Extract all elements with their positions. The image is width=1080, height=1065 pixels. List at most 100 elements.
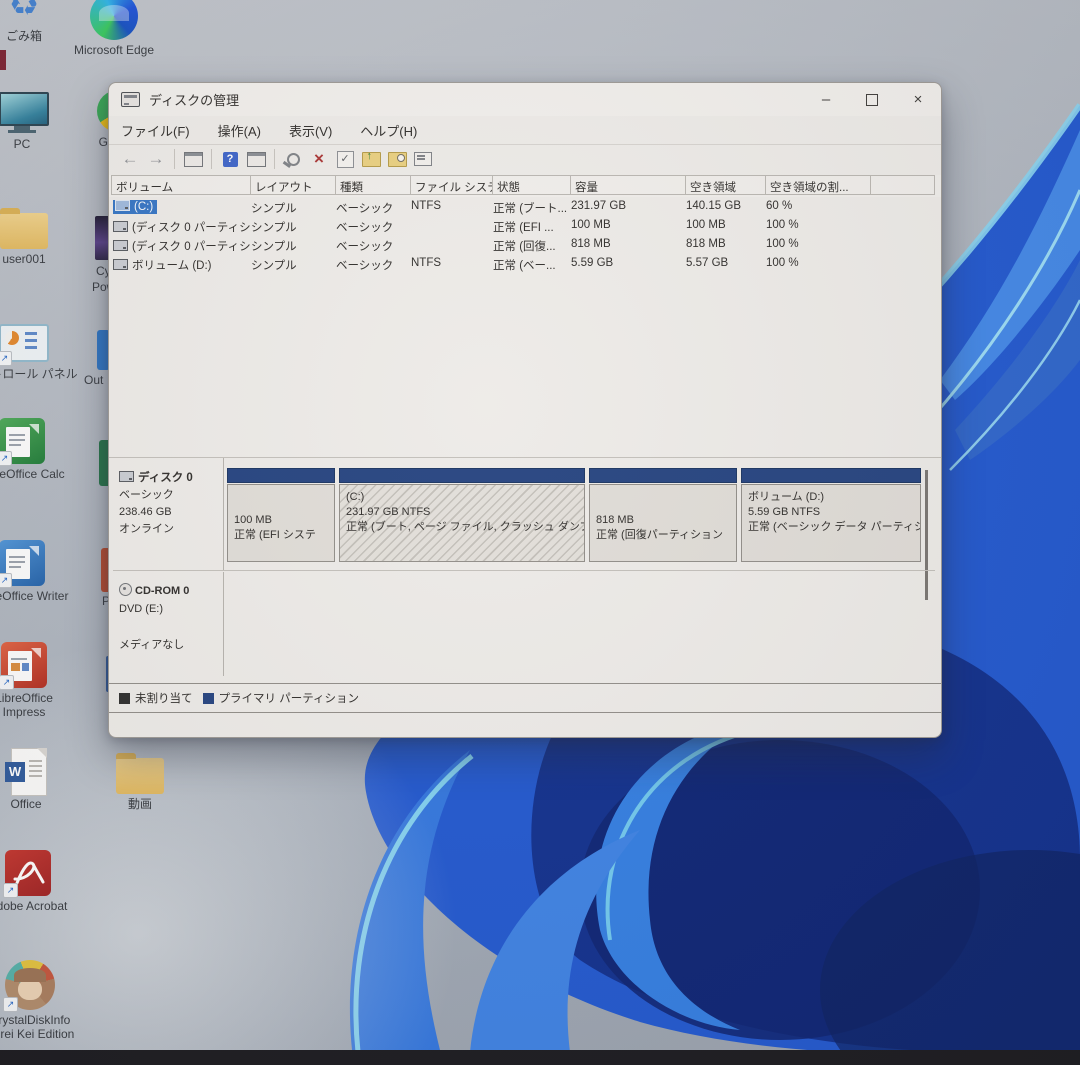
pc-icon	[0, 88, 45, 134]
help-icon: ?	[223, 152, 238, 167]
menu-help[interactable]: ヘルプ(H)	[360, 121, 417, 140]
desktop-icon-libreoffice-calc[interactable]: ↗ LibreOffice Calc	[0, 418, 54, 481]
cell-filesystem: NTFS	[411, 257, 493, 269]
desktop-icon-adobe-acrobat[interactable]: ↗ Adobe Acrobat	[0, 850, 60, 913]
close-button[interactable]: ×	[895, 83, 941, 116]
desktop-icon-libreoffice-impress[interactable]: ↗ LibreOffice Impress	[0, 642, 56, 719]
crystaldiskinfo-icon: ↗	[5, 960, 55, 1010]
properties-button[interactable]	[411, 148, 435, 170]
properties-check-button[interactable]: ✓	[333, 148, 357, 170]
column-header-capacity[interactable]: 容量	[571, 175, 686, 195]
partition-color-bar	[339, 468, 585, 483]
icon-label-line1: LibreOffice	[0, 691, 53, 705]
partition-status: 正常 (EFI システ	[234, 529, 316, 541]
partition-color-bar	[227, 468, 335, 483]
folder-search-button[interactable]	[385, 148, 409, 170]
column-header-volume[interactable]: ボリューム	[111, 175, 251, 195]
cell-type: ベーシック	[336, 219, 411, 235]
partition-c[interactable]: (C:) 231.97 GB NTFS 正常 (ブート, ページ ファイル, ク…	[339, 468, 585, 564]
folder-icon	[116, 758, 164, 794]
volume-row-efi[interactable]: (ディスク 0 パーティシ... シンプル ベーシック 正常 (EFI ... …	[111, 217, 935, 236]
column-header-free[interactable]: 空き領域	[686, 175, 766, 195]
inspect-button[interactable]	[281, 148, 305, 170]
cell-type: ベーシック	[336, 200, 411, 216]
partition-size: 100 MB	[234, 514, 272, 526]
partition-recovery[interactable]: 818 MB 正常 (回復パーティション	[589, 468, 737, 564]
disk-row-separator	[113, 570, 935, 571]
desktop-icon-videos-folder[interactable]: 動画	[108, 750, 172, 811]
control-panel-icon: ↗	[0, 318, 45, 364]
selected-volume-highlight: (C:)	[113, 200, 157, 214]
cell-free: 140.15 GB	[686, 200, 766, 212]
column-header-free-pct[interactable]: 空き領域の割...	[766, 175, 871, 195]
volume-icon	[113, 259, 128, 270]
back-button[interactable]: ←	[118, 148, 142, 170]
volume-icon	[113, 240, 128, 251]
desktop-icon-pc[interactable]: PC	[0, 88, 54, 151]
folder-icon	[0, 213, 48, 249]
detail-view-button[interactable]	[244, 148, 268, 170]
volume-row-d[interactable]: ボリューム (D:) シンプル ベーシック NTFS 正常 (ベー... 5.5…	[111, 255, 935, 274]
menu-file[interactable]: ファイル(F)	[121, 121, 190, 140]
partition-efi[interactable]: 100 MB 正常 (EFI システ	[227, 468, 335, 564]
maximize-button[interactable]	[849, 83, 895, 116]
partition-status: 正常 (ベーシック データ パーティシ:	[748, 521, 921, 533]
desktop-icon-control-panel[interactable]: ↗ コントロール パネル	[0, 318, 54, 381]
shortcut-arrow: ↗	[0, 351, 12, 366]
menu-action[interactable]: 操作(A)	[218, 121, 261, 140]
desktop-icon-office-word[interactable]: W Office	[0, 748, 58, 811]
icon-label: user001	[2, 252, 45, 266]
folder-search-icon	[388, 152, 407, 167]
cd-rom-icon	[119, 583, 132, 596]
desktop-icon-crystaldiskinfo[interactable]: ↗ CrystalDiskInfo Kurei Kei Edition	[0, 960, 62, 1041]
help-button[interactable]: ?	[218, 148, 242, 170]
icon-label: LibreOffice Writer	[0, 589, 68, 603]
menu-view[interactable]: 表示(V)	[289, 121, 332, 140]
folder-up-button[interactable]: ↑	[359, 148, 383, 170]
delete-button[interactable]: ×	[307, 148, 331, 170]
cell-free: 100 MB	[686, 219, 766, 231]
disk-management-app-icon	[121, 92, 140, 107]
console-tree-button[interactable]	[181, 148, 205, 170]
column-header-type[interactable]: 種類	[336, 175, 411, 195]
disk0-panel[interactable]: ディスク 0 ベーシック 238.46 GB オンライン	[113, 464, 223, 564]
shortcut-arrow: ↗	[3, 997, 18, 1012]
column-header-extra[interactable]	[871, 175, 935, 195]
panel-divider	[223, 572, 224, 676]
shortcut-arrow: ↗	[3, 883, 18, 898]
icon-label: Office	[10, 797, 41, 811]
desktop-icon-microsoft-edge[interactable]: Microsoft Edge	[82, 0, 146, 57]
volume-list: ボリューム レイアウト 種類 ファイル システム 状態 容量 空き領域 空き領域…	[109, 174, 941, 457]
console-window-icon	[184, 152, 203, 167]
cell-capacity: 818 MB	[571, 238, 686, 250]
desktop-icon-recycle-bin[interactable]: ♻ ごみ箱	[0, 0, 56, 43]
column-header-filesystem[interactable]: ファイル システム	[411, 175, 493, 195]
legend-label: プライマリ パーティション	[219, 690, 360, 706]
column-header-layout[interactable]: レイアウト	[251, 175, 336, 195]
partition-d[interactable]: ボリューム (D:) 5.59 GB NTFS 正常 (ベーシック データ パー…	[741, 468, 921, 564]
volume-row-recovery[interactable]: (ディスク 0 パーティシ... シンプル ベーシック 正常 (回復... 81…	[111, 236, 935, 255]
graphical-scrollbar[interactable]	[925, 470, 928, 600]
detail-window-icon	[247, 152, 266, 167]
icon-label: ごみ箱	[6, 29, 42, 43]
desktop-icon-user-folder[interactable]: user001	[0, 205, 56, 266]
toolbar-separator	[211, 149, 212, 169]
forward-button[interactable]: →	[144, 148, 168, 170]
legend-label: 未割り当て	[135, 690, 193, 706]
word-document-icon: W	[3, 748, 49, 794]
column-header-status[interactable]: 状態	[493, 175, 571, 195]
minimize-button[interactable]: –	[803, 83, 849, 116]
cell-layout: シンプル	[251, 257, 336, 273]
volume-row-c[interactable]: (C:) シンプル ベーシック NTFS 正常 (ブート... 231.97 G…	[111, 198, 935, 217]
legend-bar: 未割り当て プライマリ パーティション	[109, 683, 941, 713]
cell-layout: シンプル	[251, 219, 336, 235]
desktop-icon-libreoffice-writer[interactable]: ↗ LibreOffice Writer	[0, 540, 54, 603]
cell-free-pct: 100 %	[766, 219, 866, 231]
cdrom-panel[interactable]: CD-ROM 0 DVD (E:) メディアなし	[113, 576, 223, 676]
disk0-status: オンライン	[119, 523, 174, 535]
check-icon: ✓	[337, 151, 354, 168]
cdrom-drive: DVD (E:)	[119, 603, 163, 615]
cell-filesystem: NTFS	[411, 200, 493, 212]
icon-label-line2: Impress	[3, 705, 46, 719]
disk-management-window: ディスクの管理 – × ファイル(F) 操作(A) 表示(V) ヘルプ(H) ←…	[108, 82, 942, 738]
